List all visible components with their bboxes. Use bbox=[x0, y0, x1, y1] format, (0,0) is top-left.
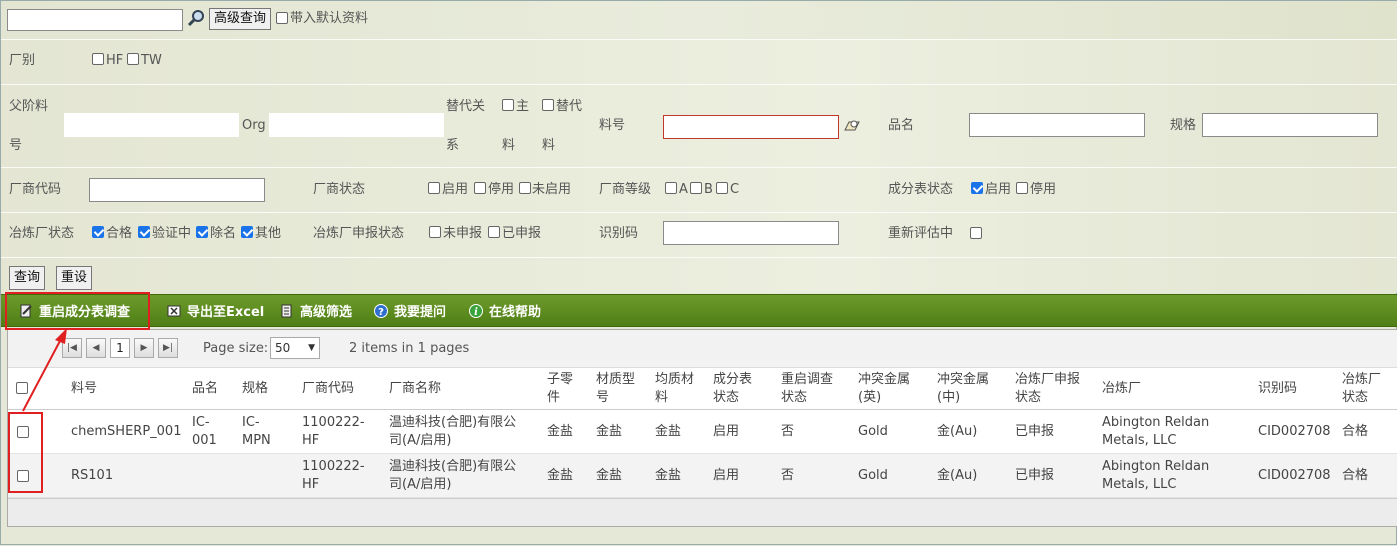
annotation-arrow bbox=[22, 328, 67, 412]
page-frame: 高级查询 带入默认资料 厂别 HF TW 父阶料 号 Org 替代关 系 主 料… bbox=[0, 0, 1397, 545]
